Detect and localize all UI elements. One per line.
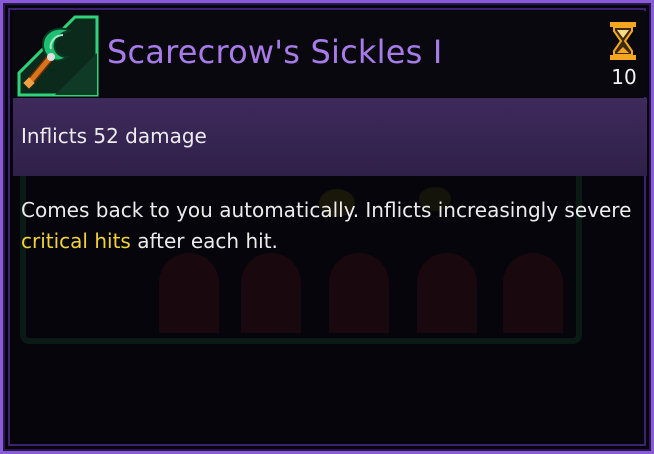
damage-stat-text: Inflicts 52 damage — [21, 124, 207, 148]
item-tooltip: Scarecrow's Sickles I 10 Inflicts 52 dam… — [0, 0, 654, 454]
hourglass-icon — [609, 21, 637, 61]
critical-hits-keyword: critical hits — [21, 229, 131, 253]
green-sickle-icon — [15, 13, 101, 99]
item-title: Scarecrow's Sickles I — [107, 33, 443, 71]
damage-stat-band: Inflicts 52 damage — [13, 98, 647, 176]
description-text-2: after each hit. — [130, 229, 278, 253]
cooldown-value: 10 — [611, 65, 637, 89]
item-description: Comes back to you automatically. Inflict… — [21, 195, 641, 257]
description-text-1: Comes back to you automatically. Inflict… — [21, 198, 632, 222]
